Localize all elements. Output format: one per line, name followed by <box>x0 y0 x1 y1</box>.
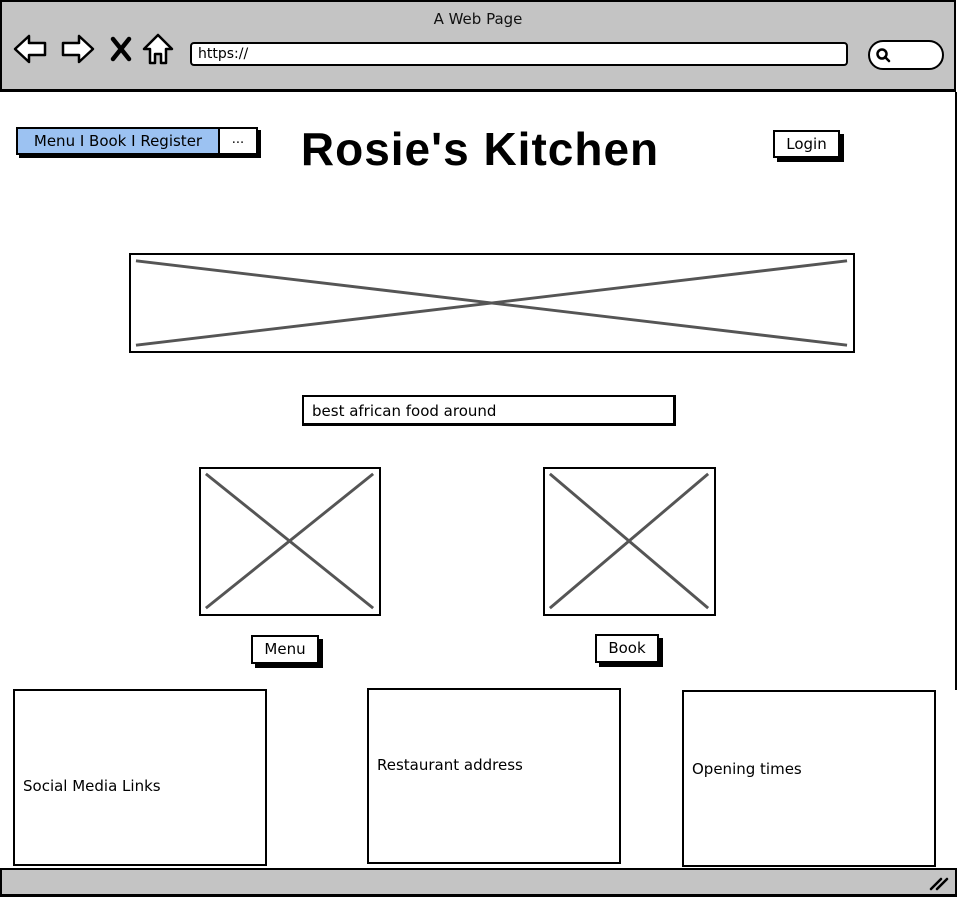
opening-times-box: Opening times <box>682 690 936 867</box>
page-content <box>0 92 957 690</box>
browser-search-field[interactable] <box>868 40 944 70</box>
site-title: Rosie's Kitchen <box>300 123 660 175</box>
back-arrow-icon[interactable] <box>12 32 48 66</box>
url-input[interactable]: https:// <box>190 42 848 66</box>
book-button[interactable]: Book <box>595 634 659 663</box>
forward-arrow-icon[interactable] <box>60 32 96 66</box>
hero-image-placeholder <box>129 253 855 353</box>
opening-times-label: Opening times <box>692 760 802 778</box>
resize-grip-icon[interactable] <box>927 875 949 891</box>
book-image-placeholder <box>543 467 716 616</box>
social-media-box: Social Media Links <box>13 689 267 866</box>
main-nav: Menu I Book I Register ... <box>16 127 258 155</box>
login-button[interactable]: Login <box>773 130 840 158</box>
menu-image-placeholder <box>199 467 381 616</box>
menu-button[interactable]: Menu <box>251 635 319 664</box>
search-icon <box>876 48 891 63</box>
address-box: Restaurant address <box>367 688 621 864</box>
stop-icon[interactable] <box>106 32 136 66</box>
home-icon[interactable] <box>140 32 176 66</box>
window-title: A Web Page <box>433 10 523 28</box>
tagline: best african food around <box>302 395 676 426</box>
address-label: Restaurant address <box>377 756 523 774</box>
nav-links[interactable]: Menu I Book I Register <box>18 129 220 153</box>
status-bar <box>0 868 957 897</box>
browser-window: A Web Page https:// Menu I Book I Regist… <box>0 0 959 897</box>
social-media-label: Social Media Links <box>23 777 161 795</box>
browser-toolbar: A Web Page https:// <box>0 0 956 92</box>
nav-more-button[interactable]: ... <box>220 129 256 153</box>
